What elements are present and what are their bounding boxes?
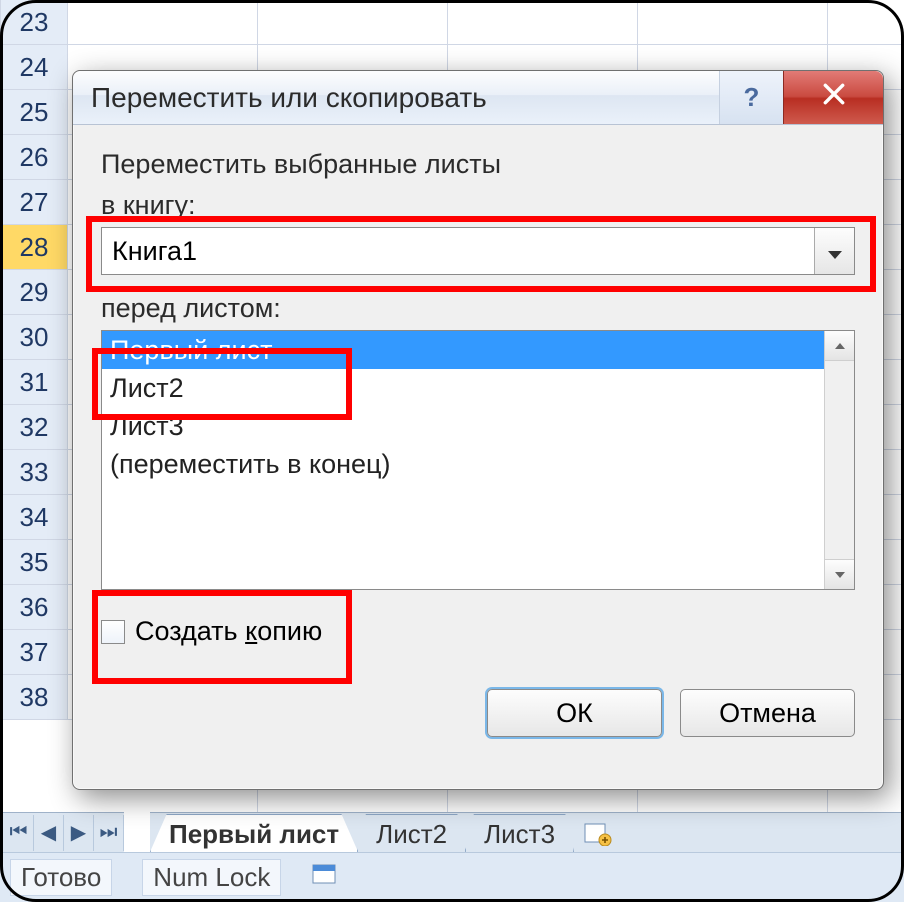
row-header[interactable]: 35 [0,540,68,585]
list-item[interactable]: Лист3 [102,407,824,445]
list-item[interactable]: Первый лист [102,331,824,369]
row-header[interactable]: 33 [0,450,68,495]
row-header[interactable]: 25 [0,90,68,135]
nav-first-icon[interactable]: ⏮ [4,815,34,851]
row-header[interactable]: 30 [0,315,68,360]
status-icon [311,861,337,894]
label-move-selected: Переместить выбранные листы [101,149,855,180]
label-to-book: в книгу: [101,190,855,221]
row-header[interactable]: 27 [0,180,68,225]
status-ready: Готово [10,859,112,896]
book-dropdown-value: Книга1 [112,236,197,267]
row-header[interactable]: 38 [0,675,68,720]
row-header[interactable]: 29 [0,270,68,315]
cancel-button[interactable]: Отмена [680,689,855,737]
sheet-tab-3[interactable]: Лист3 [465,814,574,852]
row-header[interactable]: 24 [0,45,68,90]
row-header[interactable]: 34 [0,495,68,540]
close-button[interactable] [783,71,883,124]
nav-last-icon[interactable]: ⏭ [94,815,124,851]
help-button[interactable]: ? [719,71,783,124]
dialog-titlebar[interactable]: Переместить или скопировать ? [73,71,883,125]
move-or-copy-dialog: Переместить или скопировать ? Переместит… [72,70,884,790]
dropdown-button[interactable] [814,228,854,274]
nav-next-icon[interactable]: ▶ [64,815,94,851]
sheet-tabs: Первый лист Лист2 Лист3 [150,812,904,852]
label-before-sheet: перед листом: [101,293,855,324]
close-icon [821,81,847,114]
scroll-up-icon[interactable] [825,331,854,361]
help-icon: ? [744,82,760,113]
status-numlock: Num Lock [142,859,281,896]
create-copy-label: Создать копию [135,616,322,647]
row-header[interactable]: 26 [0,135,68,180]
dialog-title: Переместить или скопировать [91,82,487,114]
listbox-scrollbar[interactable] [824,331,854,589]
nav-prev-icon[interactable]: ◀ [34,815,64,851]
chevron-down-icon [827,236,843,267]
row-header[interactable]: 32 [0,405,68,450]
sheet-nav-buttons: ⏮ ◀ ▶ ⏭ [0,812,124,852]
sheet-listbox[interactable]: Первый лист Лист2 Лист3 (переместить в к… [102,331,824,589]
row-header[interactable]: 28 [0,225,68,270]
row-header[interactable]: 37 [0,630,68,675]
status-bar: Готово Num Lock [0,852,904,902]
row-header[interactable]: 31 [0,360,68,405]
create-copy-checkbox[interactable] [101,620,125,644]
row-header[interactable]: 36 [0,585,68,630]
sheet-tab-1[interactable]: Первый лист [150,814,358,852]
list-item[interactable]: Лист2 [102,369,824,407]
ok-button[interactable]: ОК [487,689,662,737]
scroll-down-icon[interactable] [825,559,854,589]
list-item[interactable]: (переместить в конец) [102,445,824,483]
new-sheet-icon[interactable] [573,814,623,852]
sheet-tab-2[interactable]: Лист2 [357,814,466,852]
row-header[interactable]: 23 [0,0,68,45]
book-dropdown[interactable]: Книга1 [101,227,855,275]
